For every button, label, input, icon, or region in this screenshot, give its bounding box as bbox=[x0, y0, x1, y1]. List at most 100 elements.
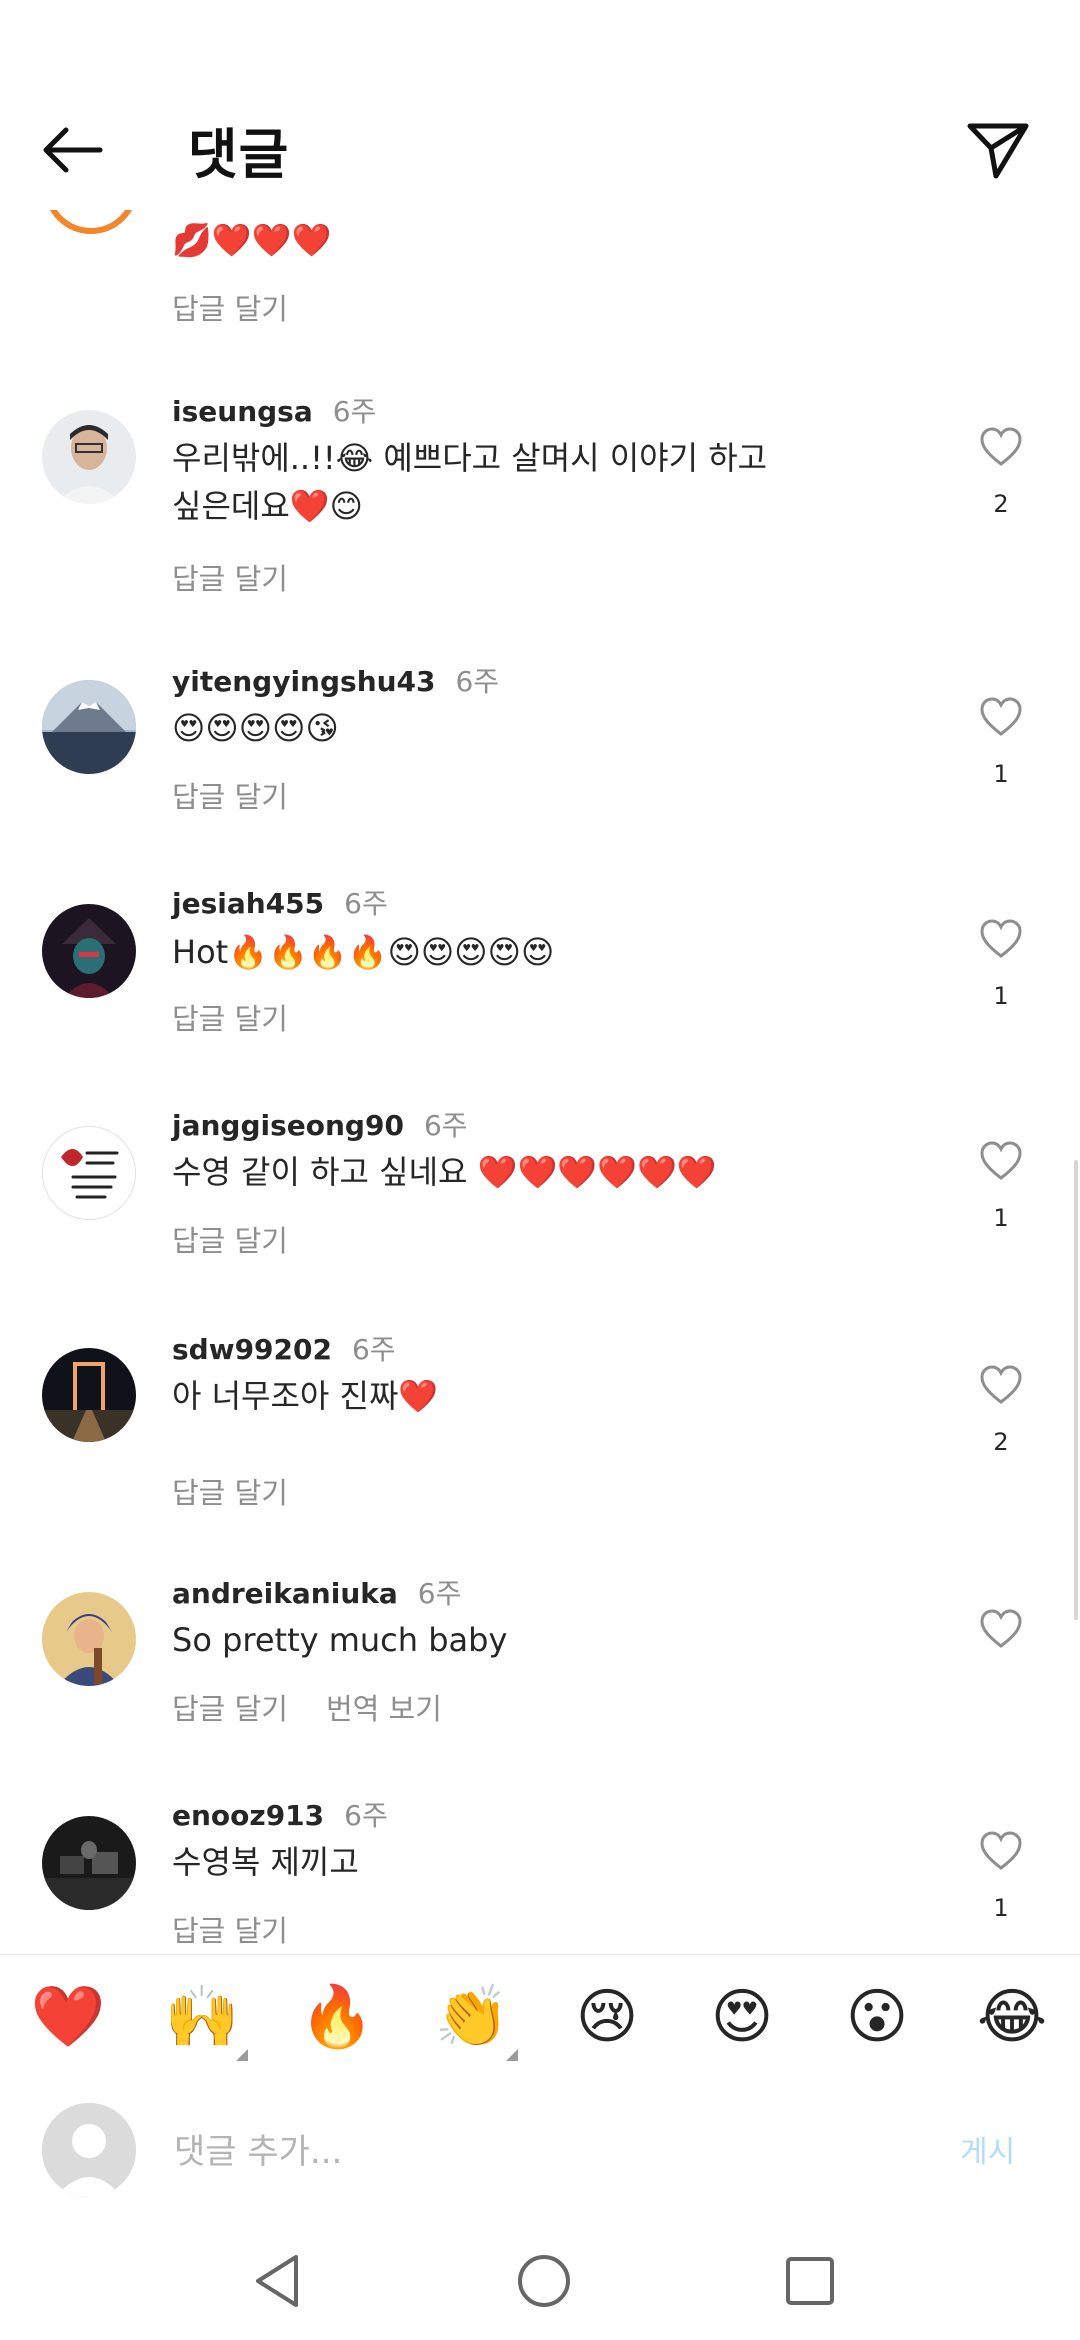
timestamp: 6주 bbox=[455, 665, 500, 698]
system-nav-bar bbox=[0, 2221, 1080, 2340]
reply-button[interactable]: 답글 달기 bbox=[172, 562, 288, 596]
scrollbar[interactable] bbox=[1074, 1160, 1078, 1620]
heart-outline-icon bbox=[980, 697, 1022, 736]
timestamp: 6주 bbox=[352, 1333, 396, 1366]
like-count: 1 bbox=[993, 1204, 1009, 1232]
skin-tone-indicator-icon bbox=[506, 2049, 518, 2061]
comment-text: 😍😍😍😍😘 bbox=[172, 709, 339, 747]
reply-button[interactable]: 답글 달기 bbox=[172, 1002, 288, 1036]
reply-button[interactable]: 답글 달기 bbox=[172, 1476, 288, 1510]
emoji-laughing-button[interactable]: 😂 bbox=[972, 1977, 1052, 2057]
comment-actions: 답글 달기 bbox=[172, 774, 326, 816]
timestamp: 6주 bbox=[344, 1799, 388, 1832]
comment-composer: 게시 bbox=[0, 2081, 1080, 2221]
avatar[interactable] bbox=[44, 210, 138, 234]
emoji-heart-button[interactable]: ❤️ bbox=[28, 1977, 108, 2057]
avatar[interactable] bbox=[42, 410, 136, 504]
like-button[interactable] bbox=[976, 916, 1026, 962]
like-button[interactable] bbox=[976, 694, 1026, 740]
square-recents-icon bbox=[786, 2257, 834, 2305]
page-title: 댓글 bbox=[188, 123, 290, 186]
comment-text: 아 너무조아 진짜❤️ bbox=[172, 1377, 439, 1415]
timestamp: 6주 bbox=[344, 887, 388, 920]
emoji-surprised-button[interactable]: 😮 bbox=[837, 1977, 917, 2057]
user-avatar bbox=[42, 2103, 136, 2197]
comment-input[interactable] bbox=[172, 2121, 876, 2183]
heart-outline-icon bbox=[980, 1831, 1022, 1870]
reply-button[interactable]: 답글 달기 bbox=[172, 1224, 288, 1258]
nav-recents-button[interactable] bbox=[770, 2241, 850, 2321]
reply-button[interactable]: 답글 달기 bbox=[172, 292, 288, 326]
comment-text: 수영복 제끼고 bbox=[172, 1843, 359, 1881]
comment-header: andreikaniuka 6주 bbox=[172, 1572, 461, 1612]
back-button[interactable] bbox=[34, 118, 110, 182]
timestamp: 6주 bbox=[332, 395, 377, 428]
comment-header: iseungsa 6주 bbox=[172, 390, 376, 430]
comment-text-line: 싶은데요❤️😊 bbox=[172, 487, 363, 525]
like-button[interactable] bbox=[976, 1362, 1026, 1408]
username[interactable]: andreikaniuka bbox=[172, 1577, 398, 1610]
username[interactable]: sdw99202 bbox=[172, 1333, 332, 1366]
header: 댓글 bbox=[0, 90, 1080, 210]
nav-home-button[interactable] bbox=[504, 2241, 584, 2321]
comment-header: jesiah455 6주 bbox=[172, 882, 388, 922]
default-avatar-icon bbox=[42, 2103, 136, 2197]
emoji-clap-icon: 👏 bbox=[434, 1982, 510, 2052]
like-count: 1 bbox=[993, 760, 1009, 788]
username[interactable]: enooz913 bbox=[172, 1799, 324, 1832]
share-button[interactable] bbox=[962, 116, 1034, 184]
emoji-raised-hands-button[interactable]: 🙌 bbox=[162, 1977, 248, 2061]
comment-header: janggiseong90 6주 bbox=[172, 1104, 468, 1144]
comments-list[interactable]: 💋❤️❤️❤️ 답글 달기 iseungsa 6주 우리밖에..!!😂 예쁘다고 … bbox=[0, 210, 1080, 1954]
comment-actions: 답글 달기 bbox=[172, 1218, 326, 1260]
avatar[interactable] bbox=[42, 1592, 136, 1686]
comment-header: yitengyingshu43 6주 bbox=[172, 660, 499, 700]
username[interactable]: jesiah455 bbox=[172, 887, 324, 920]
avatar[interactable] bbox=[42, 1816, 136, 1910]
like-button[interactable] bbox=[976, 1138, 1026, 1184]
circle-home-icon bbox=[518, 2255, 570, 2307]
avatar[interactable] bbox=[42, 680, 136, 774]
triangle-back-icon bbox=[256, 2255, 298, 2307]
emoji-fire-button[interactable]: 🔥 bbox=[297, 1977, 377, 2057]
comment-actions: 답글 달기 bbox=[172, 1470, 326, 1512]
comment-text-line: 우리밖에..!!😂 예쁘다고 살며시 이야기 하고 bbox=[172, 439, 768, 477]
avatar[interactable] bbox=[42, 1126, 136, 1220]
avatar[interactable] bbox=[42, 904, 136, 998]
reply-button[interactable]: 답글 달기 bbox=[172, 780, 288, 814]
comment-text: 💋❤️❤️❤️ bbox=[172, 221, 332, 259]
like-count: 1 bbox=[993, 1894, 1009, 1922]
timestamp: 6주 bbox=[423, 1109, 468, 1142]
comment-actions: 답글 달기 bbox=[172, 1908, 326, 1950]
comment-actions: 답글 달기 번역 보기 bbox=[172, 1686, 480, 1728]
comment-actions: 답글 달기 bbox=[172, 286, 326, 328]
reply-button[interactable]: 답글 달기 bbox=[172, 1914, 288, 1948]
comment-text: 수영 같이 하고 싶네요 ❤️❤️❤️❤️❤️❤️ bbox=[172, 1153, 717, 1191]
nav-back-button[interactable] bbox=[240, 2241, 320, 2321]
heart-outline-icon bbox=[980, 1141, 1022, 1180]
comment-text: Hot🔥🔥🔥🔥😍😍😍😍😍 bbox=[172, 933, 555, 971]
translate-button[interactable]: 번역 보기 bbox=[326, 1692, 442, 1726]
heart-outline-icon bbox=[980, 1609, 1022, 1648]
timestamp: 6주 bbox=[417, 1577, 462, 1610]
heart-outline-icon bbox=[980, 1365, 1022, 1404]
emoji-clap-button[interactable]: 👏 bbox=[432, 1977, 518, 2061]
emoji-heart-eyes-button[interactable]: 😍 bbox=[702, 1977, 782, 2057]
like-button[interactable] bbox=[976, 1606, 1026, 1652]
reply-button[interactable]: 답글 달기 bbox=[172, 1692, 288, 1726]
username[interactable]: yitengyingshu43 bbox=[172, 665, 436, 698]
emoji-crying-button[interactable]: 😢 bbox=[567, 1977, 647, 2057]
username[interactable]: iseungsa bbox=[172, 395, 313, 428]
like-count: 2 bbox=[993, 1428, 1009, 1456]
emoji-raised-hands-icon: 🙌 bbox=[164, 1982, 240, 2052]
comment-text: So pretty much baby bbox=[172, 1621, 508, 1659]
comment-header: sdw99202 6주 bbox=[172, 1328, 396, 1368]
emoji-reaction-bar: ❤️ 🙌 🔥 👏 😢 😍 😮 😂 bbox=[0, 1954, 1080, 2082]
comment-actions: 답글 달기 bbox=[172, 996, 326, 1038]
skin-tone-indicator-icon bbox=[236, 2049, 248, 2061]
username[interactable]: janggiseong90 bbox=[172, 1109, 404, 1142]
avatar[interactable] bbox=[42, 1348, 136, 1442]
post-button[interactable]: 게시 bbox=[960, 2127, 1015, 2171]
like-button[interactable] bbox=[976, 424, 1026, 470]
like-button[interactable] bbox=[976, 1828, 1026, 1874]
